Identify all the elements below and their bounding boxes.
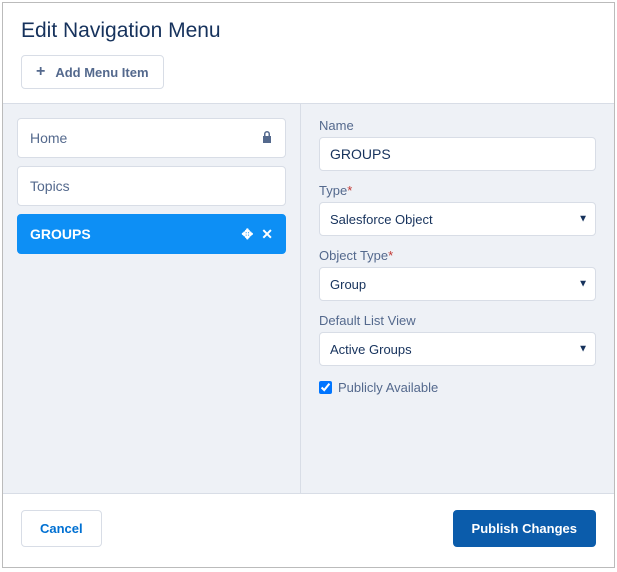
menu-list: Home Topics GROUPS ✥ ✕ [17,118,286,254]
object-type-group: Object Type* Group ▼ [319,248,596,301]
add-menu-item-button[interactable]: + Add Menu Item [21,55,164,89]
menu-item-home[interactable]: Home [17,118,286,158]
name-label: Name [319,118,596,133]
publish-button[interactable]: Publish Changes [453,510,596,547]
type-select[interactable]: Salesforce Object [319,202,596,236]
menu-items-pane: Home Topics GROUPS ✥ ✕ [3,104,301,493]
plus-icon: + [36,64,45,80]
menu-item-topics[interactable]: Topics [17,166,286,206]
menu-item-label: Topics [30,178,70,194]
close-icon[interactable]: ✕ [261,226,273,243]
cancel-button[interactable]: Cancel [21,510,102,547]
object-type-label: Object Type* [319,248,596,263]
publicly-available-row: Publicly Available [319,380,596,395]
menu-item-label: GROUPS [30,226,91,242]
required-marker: * [347,183,352,198]
menu-item-label: Home [30,130,67,146]
type-group: Type* Salesforce Object ▼ [319,183,596,236]
add-menu-item-label: Add Menu Item [55,65,148,80]
dialog-body: Home Topics GROUPS ✥ ✕ [3,103,614,494]
lock-icon [261,130,273,147]
default-list-view-label: Default List View [319,313,596,328]
default-list-view-select[interactable]: Active Groups [319,332,596,366]
object-type-select[interactable]: Group [319,267,596,301]
name-group: Name [319,118,596,171]
publicly-available-label: Publicly Available [338,380,438,395]
dialog-title: Edit Navigation Menu [3,3,614,55]
publicly-available-checkbox[interactable] [319,381,332,394]
toolbar: + Add Menu Item [3,55,614,103]
properties-pane: Name Type* Salesforce Object ▼ Object Ty… [301,104,614,493]
default-list-view-group: Default List View Active Groups ▼ [319,313,596,366]
edit-navigation-dialog: Edit Navigation Menu + Add Menu Item Hom… [2,2,615,568]
required-marker: * [388,248,393,263]
footer: Cancel Publish Changes [3,494,614,567]
move-icon[interactable]: ✥ [242,226,254,243]
menu-item-groups[interactable]: GROUPS ✥ ✕ [17,214,286,254]
type-label: Type* [319,183,596,198]
name-input[interactable] [319,137,596,171]
